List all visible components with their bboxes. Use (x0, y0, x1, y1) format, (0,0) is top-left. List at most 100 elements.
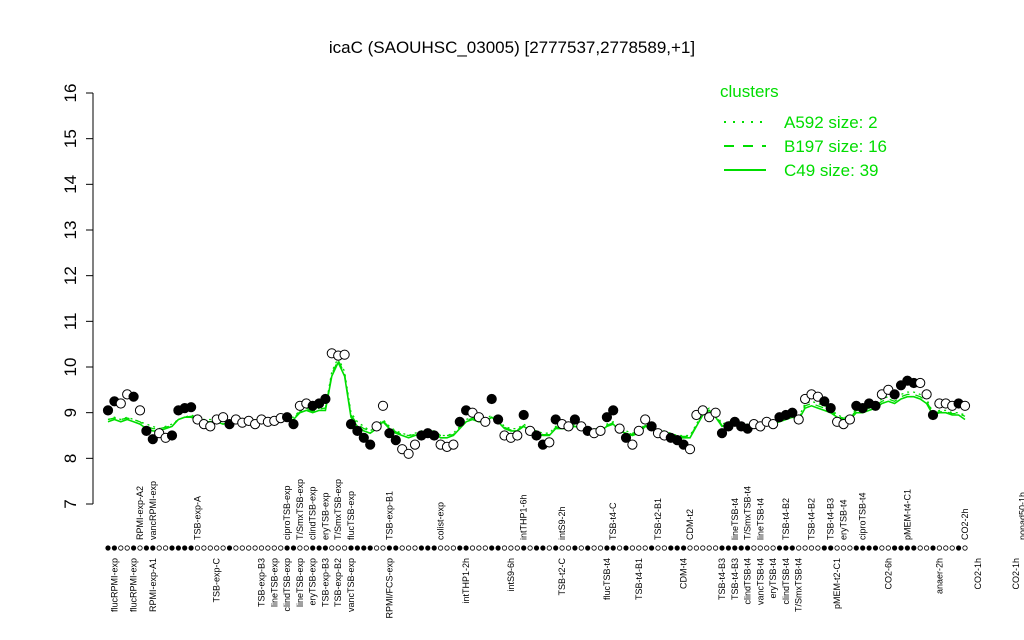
rug-mark (412, 545, 418, 551)
data-points (102, 348, 971, 459)
rug-mark (789, 545, 795, 551)
data-point (141, 425, 152, 436)
rug-mark (450, 545, 456, 551)
data-point (493, 414, 504, 425)
rug-mark (930, 545, 936, 551)
rug-mark (182, 545, 188, 551)
data-point (825, 403, 836, 414)
x-tick-label-top: CDM-t2 (685, 509, 695, 540)
rug-mark (239, 545, 245, 551)
rug-mark (214, 545, 220, 551)
y-tick-label: 11 (61, 313, 80, 331)
data-point (409, 439, 421, 450)
x-tick-label-top: RPMI-exp-A2 (135, 486, 145, 540)
y-tick-label: 15 (61, 129, 80, 148)
rug-mark (776, 545, 783, 551)
rug-mark (431, 545, 437, 551)
rug-mark (585, 545, 591, 551)
x-tick-label-bottom: anaer-2h (934, 558, 944, 594)
x-tick-label-top: lineTSB-t4 (755, 498, 765, 540)
data-point (115, 398, 126, 409)
data-point (377, 400, 389, 411)
x-tick-label-bottom: clindTSB-exp (282, 558, 292, 612)
x-tick-label-top: T/SmxTSB-exp (333, 479, 343, 540)
rug-mark (751, 545, 757, 551)
x-tick-label-top: eryTSB-t4 (839, 499, 849, 540)
data-point (518, 409, 529, 421)
rug-mark (693, 545, 700, 551)
rug-mark (169, 545, 175, 551)
rug-mark (290, 545, 297, 551)
x-tick-label-bottom: TSB-exp-B3 (320, 558, 330, 607)
rug-mark (802, 545, 808, 551)
rug-mark (354, 545, 360, 551)
x-tick-label-bottom: pMEM-t2-C1 (832, 558, 842, 609)
rug-mark (514, 545, 520, 551)
x-tick-label-bottom: intS9-6h (506, 558, 516, 592)
legend-label-c49: C49 size: 39 (784, 161, 879, 180)
rug-mark (655, 545, 661, 551)
rug-mark (891, 545, 898, 551)
data-point (512, 430, 523, 441)
x-tick-label-bottom: flucRPMI-exp (129, 558, 139, 612)
x-tick-label-top: T/SmxTSB-exp (295, 479, 305, 540)
x-tick-label-top: ciproTSB-t4 (858, 492, 868, 540)
rug-mark (757, 545, 763, 551)
rug-mark (476, 545, 482, 551)
x-tick-label-top: eryTSB-exp (320, 492, 330, 540)
rug-mark (489, 545, 495, 551)
x-tick-label-top: CO2-2h (960, 508, 970, 540)
x-tick-label-top: TSB-t4-B2 (807, 498, 817, 540)
y-tick-label: 16 (61, 84, 80, 103)
x-tick-label-top: TSB-t4-C (608, 502, 618, 540)
data-point (793, 414, 804, 425)
x-tick-label-bottom: TSB-t4-B1 (634, 558, 644, 600)
y-tick-label: 8 (61, 454, 80, 463)
rug-mark (923, 545, 930, 551)
rug-mark (840, 545, 847, 551)
legend-title: clusters (720, 82, 779, 101)
x-tick-label-bottom: clindTSB-t4 (743, 558, 753, 605)
rug-mark (373, 545, 380, 551)
data-point (684, 444, 696, 455)
rug-mark (610, 545, 616, 551)
x-tick-label-bottom: TSB-exp-B3 (257, 558, 267, 607)
rug-mark (668, 545, 674, 551)
rug-mark (105, 545, 111, 551)
x-tick-label-bottom: T/SmxTSB-t4 (794, 558, 804, 612)
rug-mark (936, 545, 943, 551)
x-tick-label-top: TSB-exp-B1 (384, 491, 394, 540)
data-point (480, 416, 491, 427)
data-point (390, 435, 401, 446)
rug-mark (597, 545, 604, 551)
x-tick-label-bottom: CDM-t4 (679, 558, 689, 589)
x-tick-label-bottom: TSB-exp-B2 (333, 558, 343, 607)
x-tick-label-bottom: intTHP1-2h (461, 558, 471, 604)
rug-mark (521, 545, 527, 551)
rug-mark (706, 545, 712, 551)
rug-mark (131, 545, 137, 551)
rug-mark (386, 545, 392, 551)
y-tick-label: 12 (61, 266, 80, 285)
data-point (889, 389, 900, 400)
x-tick-label-bottom: vancTSB-exp (346, 558, 356, 612)
x-tick-label-bottom: clindTSB-t4 (781, 558, 791, 605)
data-point (915, 377, 926, 389)
rug-mark (687, 545, 693, 551)
rug-mark (303, 545, 309, 551)
rug-mark (527, 545, 533, 551)
rug-mark (821, 545, 827, 551)
rug-mark (911, 545, 917, 551)
y-tick-label: 13 (61, 221, 80, 240)
rug-mark (143, 545, 149, 551)
rug-mark (418, 545, 424, 551)
x-tick-label-top: TSB-t4-B3 (826, 498, 836, 540)
rug-mark (661, 545, 668, 551)
x-tick-label-top: nonad50-1h (1018, 492, 1024, 540)
rug-mark (361, 545, 367, 551)
x-tick-label-bottom: lineTSB-exp (269, 558, 279, 607)
rug-mark (188, 545, 194, 551)
rug-mark (405, 545, 412, 551)
data-point (371, 421, 382, 432)
rug-mark (700, 545, 706, 551)
